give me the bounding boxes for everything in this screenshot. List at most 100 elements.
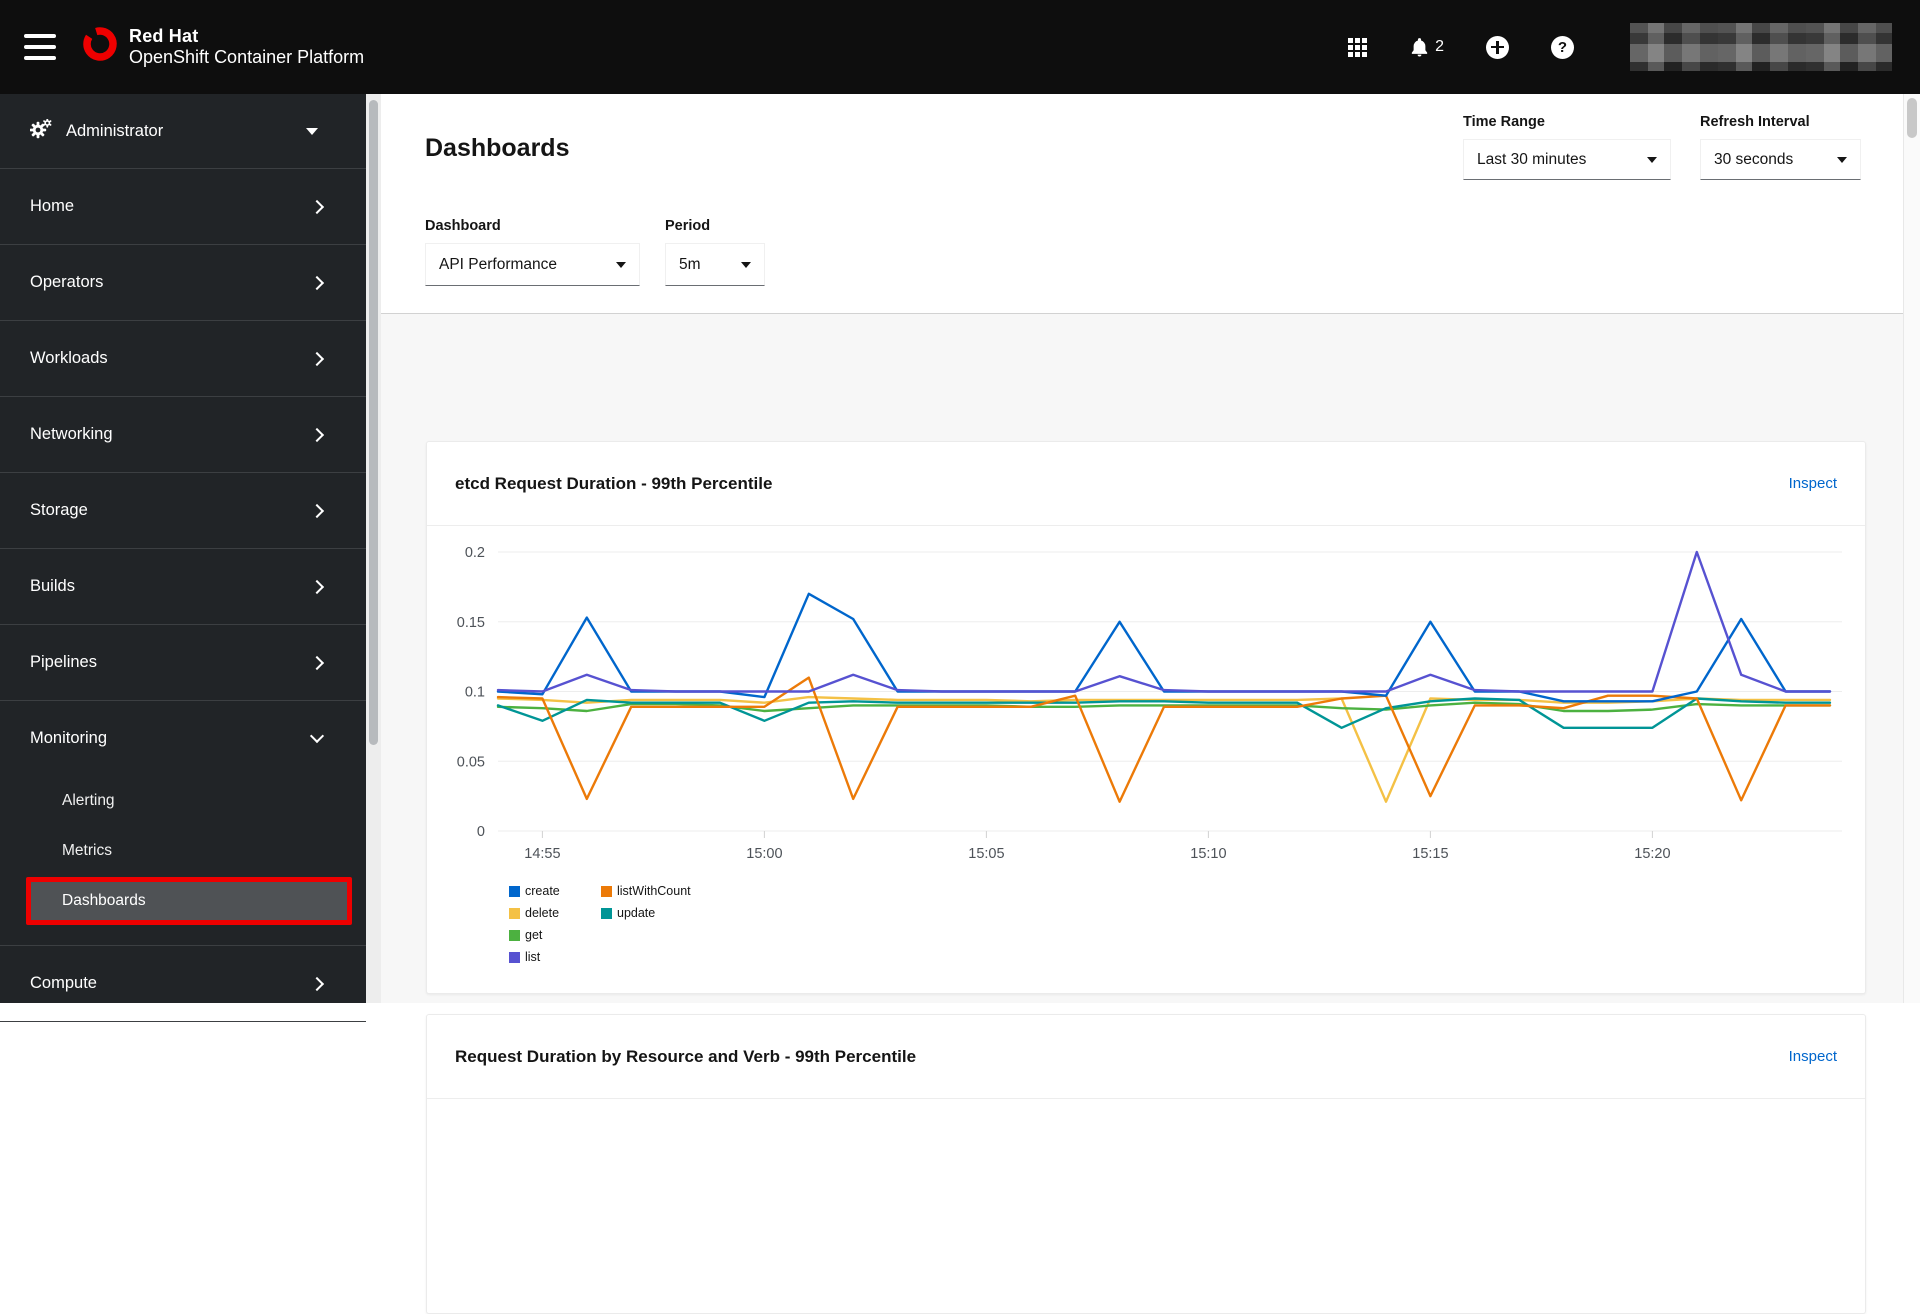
time-range-control: Time Range Last 30 minutes [1463, 114, 1671, 180]
chevron-right-icon [310, 579, 324, 593]
main-content: Dashboards Time Range Last 30 minutes Re… [381, 94, 1903, 1003]
sidebar-item-builds[interactable]: Builds [0, 549, 366, 625]
legend-item-update: update [601, 902, 691, 924]
perspective-switcher[interactable]: Administrator [0, 94, 366, 169]
sidebar-item-compute[interactable]: Compute [0, 946, 366, 1022]
caret-down-icon [306, 128, 318, 135]
y-axis-tick-label: 0.2 [465, 545, 485, 561]
chevron-down-icon [310, 729, 324, 743]
legend-item-list: list [509, 946, 601, 968]
card-title: Request Duration by Resource and Verb - … [455, 1047, 916, 1067]
redhat-logo-icon [82, 26, 118, 67]
inspect-link[interactable]: Inspect [1789, 475, 1837, 492]
sidebar-item-metrics[interactable]: Metrics [0, 826, 366, 876]
x-axis-tick-label: 15:15 [1412, 846, 1448, 862]
y-axis-tick-label: 0.05 [457, 754, 485, 770]
chevron-right-icon [310, 351, 324, 365]
etcd-duration-line-chart[interactable]: 0 0.05 0.1 0.15 0.2 14:55 15:00 15:05 15:10 15:15… [427, 542, 1867, 877]
caret-down-icon [616, 262, 626, 268]
sidebar-scrollbar-thumb[interactable] [369, 100, 378, 745]
sidebar-scrollbar [366, 94, 381, 1003]
sidebar-item-dashboards-selected-red-annotation[interactable]: Dashboards [26, 877, 352, 925]
add-circle-icon[interactable] [1486, 36, 1509, 59]
sidebar-item-pipelines[interactable]: Pipelines [0, 625, 366, 701]
inspect-link[interactable]: Inspect [1789, 1048, 1837, 1065]
perspective-label: Administrator [66, 122, 163, 141]
chevron-right-icon [310, 976, 324, 990]
legend-column: create delete get list [509, 880, 601, 968]
sidebar-item-networking[interactable]: Networking [0, 397, 366, 473]
series-line-create [498, 594, 1830, 702]
period-label: Period [665, 218, 765, 234]
legend-item-get: get [509, 924, 601, 946]
legend-swatch-icon [509, 886, 520, 897]
legend-item-delete: delete [509, 902, 601, 924]
refresh-interval-select[interactable]: 30 seconds [1700, 139, 1861, 180]
refresh-interval-label: Refresh Interval [1700, 114, 1861, 130]
sidebar-item-storage[interactable]: Storage [0, 473, 366, 549]
legend-label: get [525, 928, 542, 942]
period-select[interactable]: 5m [665, 243, 765, 286]
x-axis-tick-label: 15:05 [968, 846, 1004, 862]
sidebar-navigation: Administrator Home Operators Workloads N… [0, 94, 366, 1003]
notification-bell-icon[interactable]: 2 [1409, 36, 1444, 58]
dashboard-select[interactable]: API Performance [425, 243, 640, 286]
legend-swatch-icon [601, 886, 612, 897]
series-line-listWithCount [498, 678, 1830, 802]
masthead: Red Hat OpenShift Container Platform 2 ? [0, 0, 1920, 94]
x-axis-tick-label: 15:10 [1190, 846, 1226, 862]
series-line-delete [498, 697, 1830, 802]
caret-down-icon [1837, 157, 1847, 163]
chevron-right-icon [310, 275, 324, 289]
x-axis-tick-label: 14:55 [524, 846, 560, 862]
x-axis-tick-label: 15:00 [746, 846, 782, 862]
brand-line2: OpenShift Container Platform [129, 47, 364, 68]
sidebar-item-alerting[interactable]: Alerting [0, 776, 366, 826]
legend-label: create [525, 884, 560, 898]
main-scrollbar-thumb[interactable] [1907, 98, 1917, 138]
main-scrollbar [1903, 94, 1920, 1003]
app-launcher-icon[interactable] [1348, 38, 1367, 57]
legend-label: listWithCount [617, 884, 691, 898]
time-range-label: Time Range [1463, 114, 1671, 130]
chevron-right-icon [310, 199, 324, 213]
legend-swatch-icon [509, 930, 520, 941]
cogs-icon [30, 119, 52, 144]
legend-swatch-icon [509, 952, 520, 963]
chevron-right-icon [310, 427, 324, 441]
period-control: Period 5m [665, 218, 765, 286]
y-axis-tick-label: 0 [477, 824, 485, 840]
brand-line1: Red Hat [129, 26, 198, 46]
brand-logo: Red Hat OpenShift Container Platform [82, 26, 364, 68]
sidebar-item-workloads[interactable]: Workloads [0, 321, 366, 397]
legend-label: update [617, 906, 655, 920]
notification-count-badge: 2 [1435, 38, 1444, 56]
chevron-right-icon [310, 655, 324, 669]
card-title: etcd Request Duration - 99th Percentile [455, 474, 772, 494]
y-axis-tick-label: 0.1 [465, 685, 485, 701]
x-axis-tick-label: 15:20 [1634, 846, 1670, 862]
sidebar-item-operators[interactable]: Operators [0, 245, 366, 321]
dashboard-body: etcd Request Duration - 99th Percentile … [381, 314, 1903, 1003]
refresh-interval-control: Refresh Interval 30 seconds [1700, 114, 1861, 180]
legend-column: listWithCount update [601, 880, 691, 968]
dashboard-label: Dashboard [425, 218, 640, 234]
y-axis-tick-label: 0.15 [457, 615, 485, 631]
sidebar-item-home[interactable]: Home [0, 169, 366, 245]
sidebar-item-monitoring[interactable]: Monitoring [0, 701, 366, 776]
legend-item-listWithCount: listWithCount [601, 880, 691, 902]
user-menu-redacted[interactable] [1630, 23, 1892, 71]
legend-label: delete [525, 906, 559, 920]
caret-down-icon [741, 262, 751, 268]
legend-swatch-icon [509, 908, 520, 919]
chevron-right-icon [310, 503, 324, 517]
nav-toggle-menu-icon[interactable] [24, 34, 56, 60]
chart-legend: create delete get list listWithCount update [509, 880, 691, 968]
legend-swatch-icon [601, 908, 612, 919]
request-duration-by-resource-card: Request Duration by Resource and Verb - … [426, 1014, 1866, 1314]
dashboard-control: Dashboard API Performance [425, 218, 640, 286]
help-icon[interactable]: ? [1551, 36, 1574, 59]
time-range-select[interactable]: Last 30 minutes [1463, 139, 1671, 180]
page-title: Dashboards [425, 134, 569, 163]
etcd-request-duration-card: etcd Request Duration - 99th Percentile … [426, 441, 1866, 994]
